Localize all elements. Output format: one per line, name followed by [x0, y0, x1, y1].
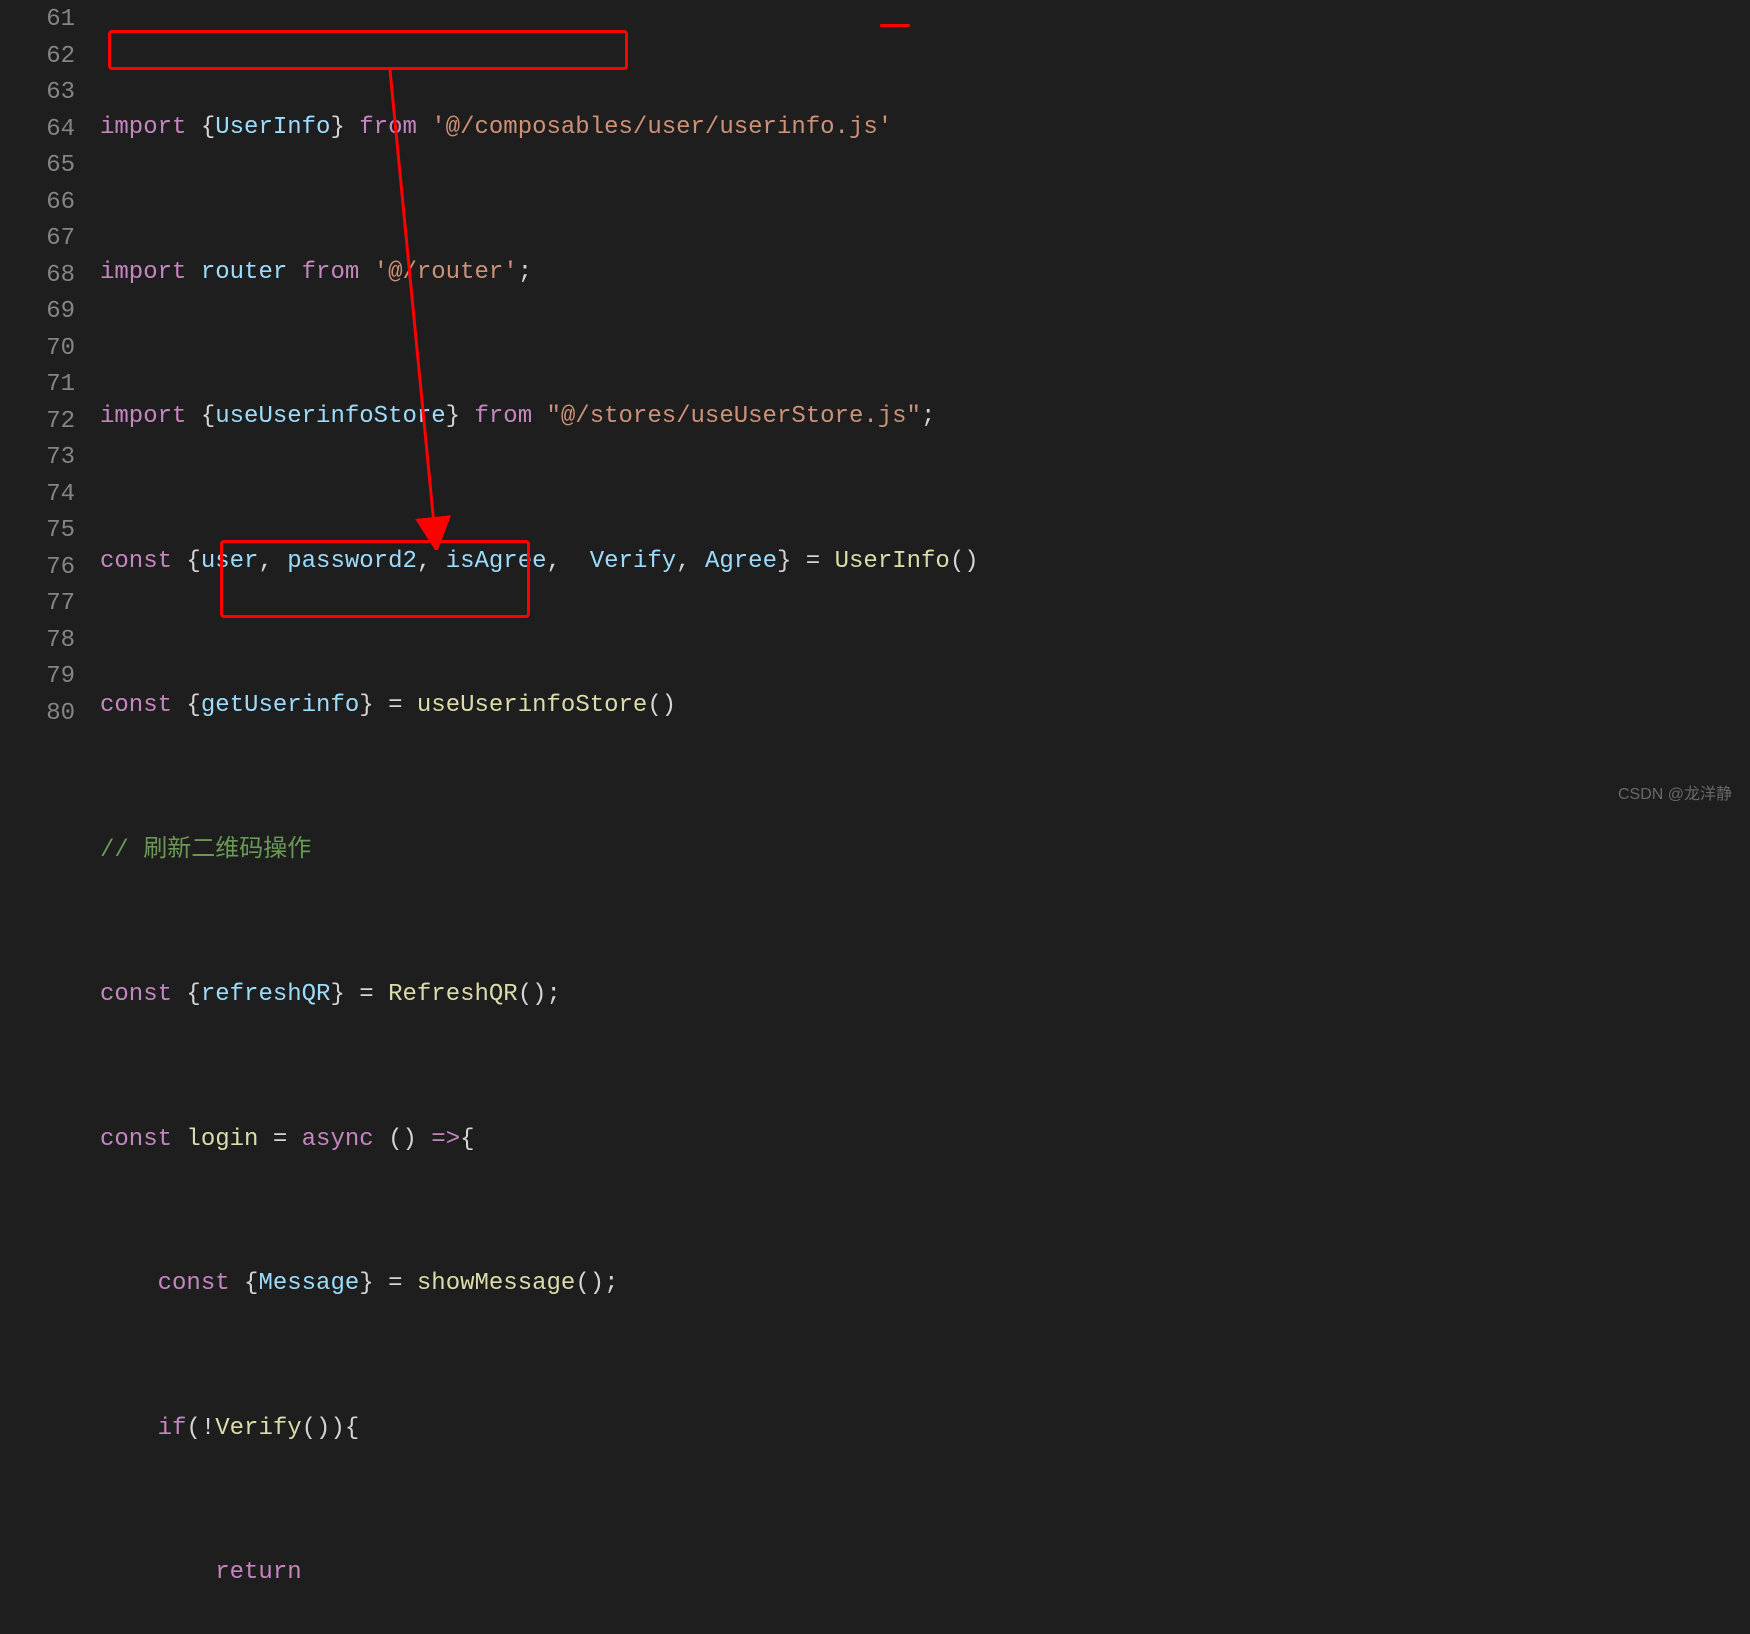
code-line[interactable]: // 刷新二维码操作: [100, 833, 1750, 870]
line-number: 67: [0, 221, 75, 258]
line-number: 66: [0, 185, 75, 222]
code-line[interactable]: const {refreshQR} = RefreshQR();: [100, 977, 1750, 1014]
line-number: 69: [0, 294, 75, 331]
code-area[interactable]: import {UserInfo} from '@/composables/us…: [100, 0, 1750, 817]
watermark: CSDN @龙洋静: [1618, 783, 1732, 807]
code-line[interactable]: import {UserInfo} from '@/composables/us…: [100, 110, 1750, 147]
code-line[interactable]: import {useUserinfoStore} from "@/stores…: [100, 399, 1750, 436]
line-number: 61: [0, 2, 75, 39]
code-line[interactable]: const {user, password2, isAgree, Verify,…: [100, 544, 1750, 581]
code-line[interactable]: const {getUserinfo} = useUserinfoStore(): [100, 688, 1750, 725]
line-number: 77: [0, 586, 75, 623]
line-number: 78: [0, 623, 75, 660]
line-number: 63: [0, 75, 75, 112]
line-number: 62: [0, 39, 75, 76]
line-number: 73: [0, 440, 75, 477]
line-number-gutter: 61 62 63 64 65 66 67 68 69 70 71 72 73 7…: [0, 0, 100, 817]
line-number: 68: [0, 258, 75, 295]
code-line[interactable]: const {Message} = showMessage();: [100, 1266, 1750, 1303]
line-number: 79: [0, 659, 75, 696]
code-line[interactable]: if(!Verify()){: [100, 1411, 1750, 1448]
code-line[interactable]: const login = async () =>{: [100, 1122, 1750, 1159]
line-number: 80: [0, 696, 75, 733]
line-number: 64: [0, 112, 75, 149]
line-number: 71: [0, 367, 75, 404]
code-line[interactable]: return: [100, 1555, 1750, 1592]
line-number: 70: [0, 331, 75, 368]
code-editor[interactable]: 61 62 63 64 65 66 67 68 69 70 71 72 73 7…: [0, 0, 1750, 817]
line-number: 75: [0, 513, 75, 550]
line-number: 76: [0, 550, 75, 587]
line-number: 74: [0, 477, 75, 514]
line-number: 72: [0, 404, 75, 441]
code-line[interactable]: import router from '@/router';: [100, 255, 1750, 292]
line-number: 65: [0, 148, 75, 185]
